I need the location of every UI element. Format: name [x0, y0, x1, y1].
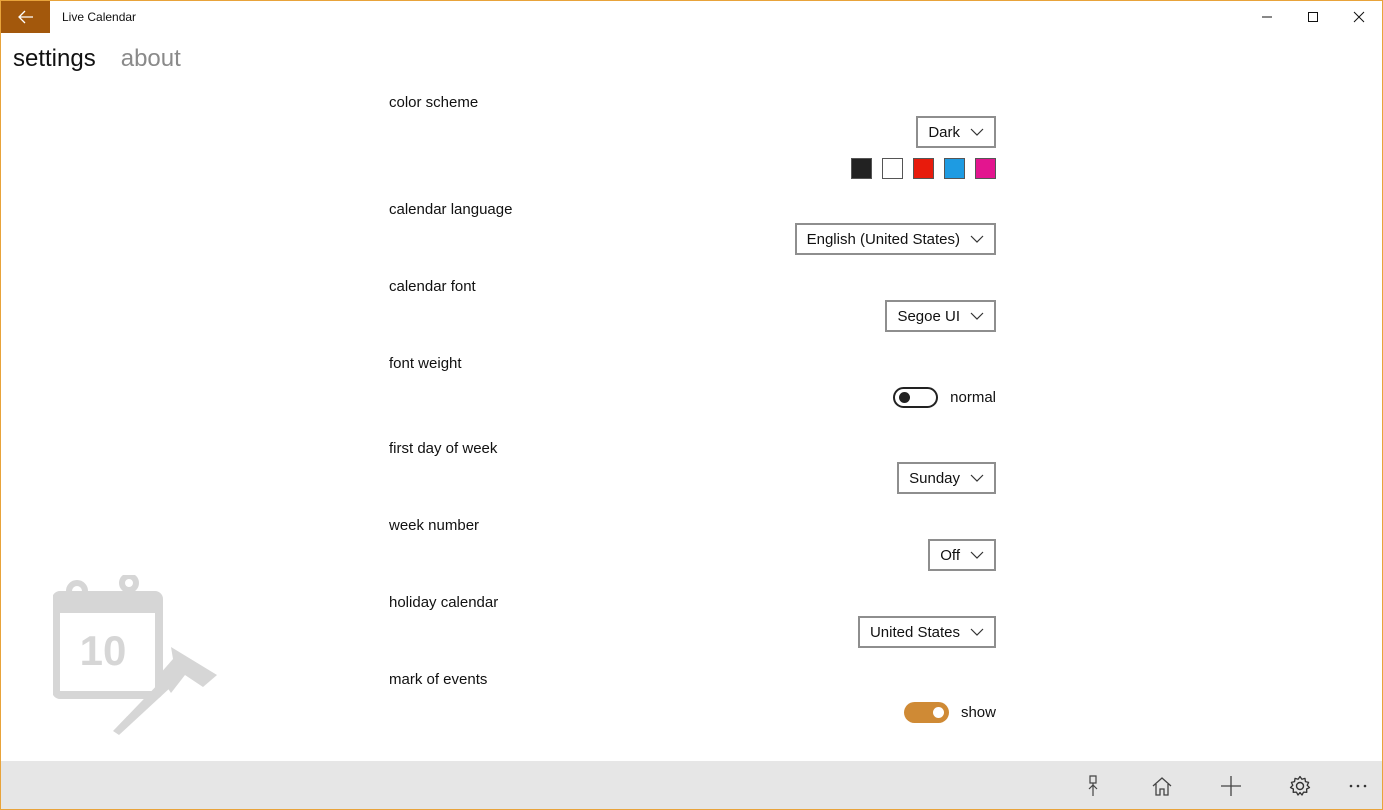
- command-bar: [1, 761, 1382, 809]
- home-icon: [1152, 777, 1172, 796]
- tab-settings[interactable]: settings: [13, 45, 96, 73]
- app-title: Live Calendar: [62, 10, 137, 24]
- first-day-value: Sunday: [909, 469, 960, 487]
- calendar-language-dropdown[interactable]: English (United States): [794, 223, 996, 255]
- holiday-calendar-dropdown[interactable]: United States: [857, 616, 996, 648]
- back-arrow-icon: [17, 10, 33, 24]
- calendar-language-value: English (United States): [806, 230, 960, 248]
- font-weight-toggle-row: normal: [893, 387, 996, 408]
- home-button[interactable]: [1147, 771, 1177, 801]
- chevron-down-icon: [970, 628, 984, 636]
- app-window: Live Calendar settings about color schem…: [0, 0, 1383, 810]
- week-number-value: Off: [940, 546, 960, 564]
- chevron-down-icon: [970, 128, 984, 136]
- color-scheme-value: Dark: [928, 123, 960, 141]
- toggle-knob: [932, 707, 944, 718]
- back-button[interactable]: [1, 1, 50, 33]
- swatch-white[interactable]: [882, 158, 903, 179]
- color-scheme-label: color scheme: [389, 94, 479, 111]
- first-day-dropdown[interactable]: Sunday: [897, 462, 996, 494]
- close-icon: [1353, 11, 1365, 23]
- swatch-blue[interactable]: [944, 158, 965, 179]
- more-button[interactable]: [1343, 771, 1373, 801]
- swatch-black[interactable]: [851, 158, 872, 179]
- pin-button[interactable]: [1078, 771, 1108, 801]
- toggle-knob: [899, 392, 911, 403]
- first-day-label: first day of week: [389, 440, 498, 457]
- font-weight-label: font weight: [389, 355, 462, 372]
- gear-icon: [1289, 775, 1311, 796]
- calendar-font-dropdown[interactable]: Segoe UI: [885, 300, 996, 332]
- tab-about[interactable]: about: [121, 45, 181, 73]
- maximize-button[interactable]: [1290, 1, 1336, 33]
- more-icon: [1349, 784, 1367, 788]
- settings-button[interactable]: [1285, 771, 1315, 801]
- settings-panel: color scheme Dark calendar language Engl…: [389, 1, 996, 761]
- week-number-dropdown[interactable]: Off: [928, 539, 996, 571]
- swatch-red[interactable]: [913, 158, 934, 179]
- add-icon: [1221, 776, 1241, 796]
- minimize-icon: [1262, 16, 1272, 18]
- chevron-down-icon: [970, 312, 984, 320]
- mark-of-events-label: mark of events: [389, 671, 488, 688]
- calendar-font-value: Segoe UI: [897, 307, 960, 325]
- chevron-down-icon: [970, 235, 984, 243]
- calendar-pin-logo: 10: [53, 575, 217, 735]
- close-button[interactable]: [1336, 1, 1382, 33]
- pin-icon: [1088, 775, 1098, 796]
- mark-of-events-toggle[interactable]: [903, 702, 949, 723]
- color-scheme-dropdown[interactable]: Dark: [916, 116, 996, 148]
- add-button[interactable]: [1216, 771, 1246, 801]
- maximize-icon: [1308, 12, 1318, 22]
- pivot-header: settings about: [13, 45, 181, 73]
- font-weight-toggle[interactable]: [893, 387, 939, 408]
- chevron-down-icon: [970, 474, 984, 482]
- calendar-language-label: calendar language: [389, 201, 513, 218]
- color-swatches: [851, 158, 996, 179]
- week-number-label: week number: [389, 517, 480, 534]
- holiday-calendar-value: United States: [869, 623, 960, 641]
- holiday-calendar-label: holiday calendar: [389, 594, 499, 611]
- chevron-down-icon: [970, 551, 984, 559]
- mark-of-events-state: show: [960, 704, 996, 721]
- mark-of-events-toggle-row: show: [903, 702, 996, 723]
- calendar-font-label: calendar font: [389, 278, 476, 295]
- minimize-button[interactable]: [1244, 1, 1290, 33]
- font-weight-state: normal: [950, 389, 996, 406]
- swatch-pink[interactable]: [975, 158, 996, 179]
- logo-number: 10: [80, 627, 127, 674]
